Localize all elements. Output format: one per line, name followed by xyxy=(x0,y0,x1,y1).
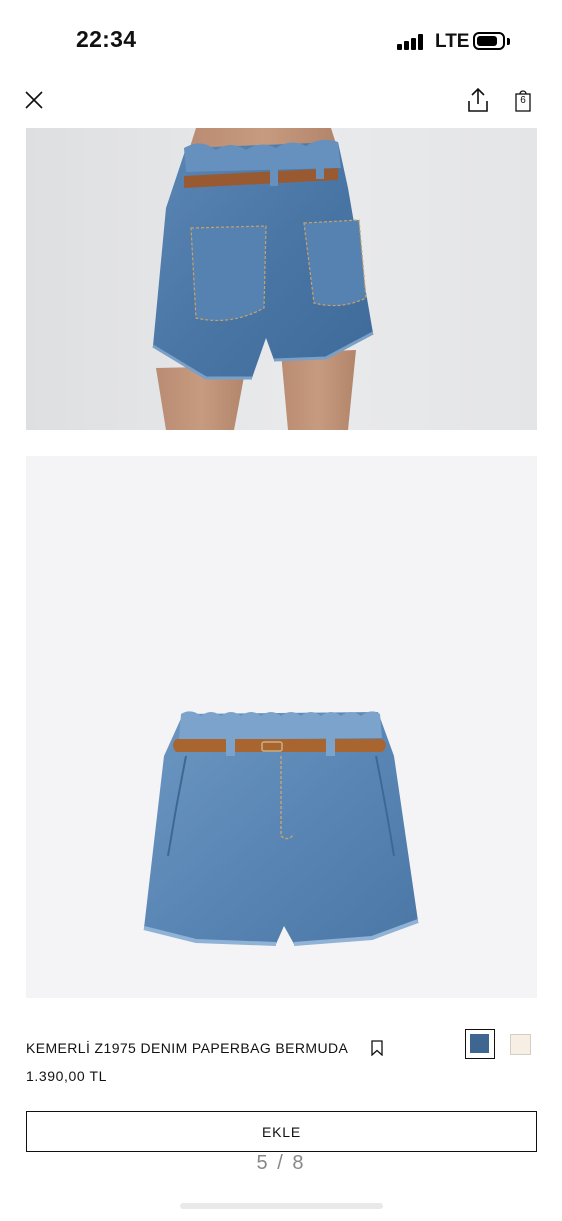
network-label: LTE xyxy=(435,31,470,52)
home-indicator[interactable] xyxy=(180,1203,383,1209)
color-swatch-blue[interactable] xyxy=(465,1029,495,1059)
color-swatch-cream[interactable] xyxy=(510,1034,531,1055)
bookmark-icon[interactable] xyxy=(370,1040,384,1056)
signal-icon xyxy=(397,34,423,50)
close-icon[interactable] xyxy=(22,88,46,112)
status-time: 22:34 xyxy=(76,26,137,52)
color-swatch-blue-fill xyxy=(470,1034,489,1053)
battery-nub xyxy=(507,38,510,45)
product-image-back[interactable] xyxy=(26,128,537,430)
product-image-front[interactable] xyxy=(26,456,537,998)
product-photo-front xyxy=(143,711,419,946)
product-photo-back xyxy=(152,128,374,430)
product-title: KEMERLİ Z1975 DENIM PAPERBAG BERMUDA xyxy=(26,1040,349,1056)
share-icon[interactable] xyxy=(465,86,491,114)
product-price: 1.390,00 TL xyxy=(26,1068,108,1084)
battery-icon xyxy=(473,32,505,50)
bag-count: 6 xyxy=(520,95,526,106)
image-pager: 5 / 8 xyxy=(256,1152,306,1174)
add-to-cart-button[interactable]: EKLE xyxy=(26,1111,537,1152)
